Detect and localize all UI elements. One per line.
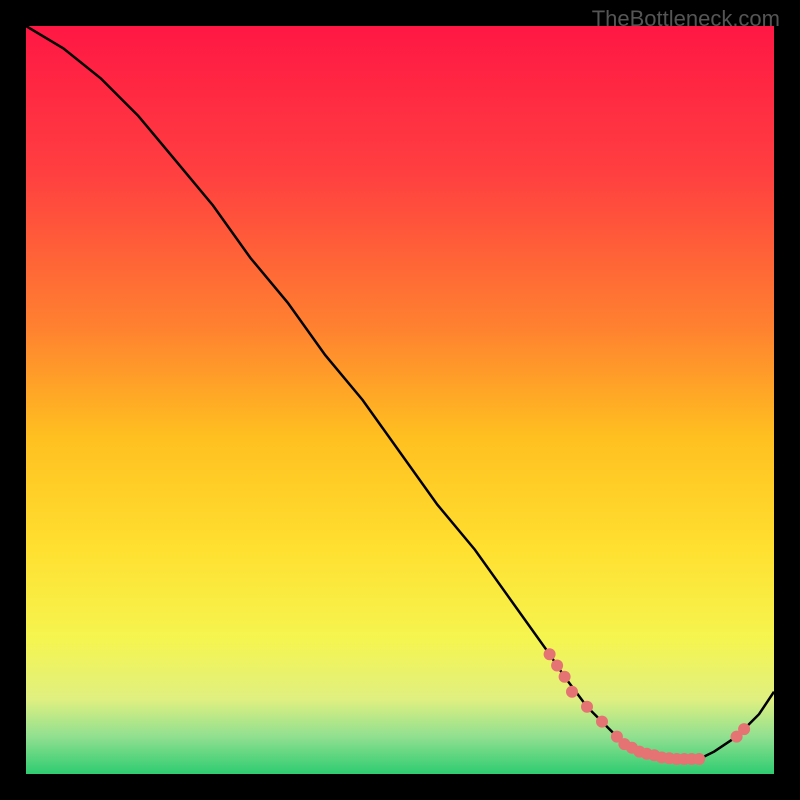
marker-point (596, 716, 608, 728)
marker-point (544, 648, 556, 660)
plot-area (26, 26, 774, 774)
watermark-text: TheBottleneck.com (592, 6, 780, 32)
marker-point (693, 753, 705, 765)
chart-container: TheBottleneck.com (0, 0, 800, 800)
marker-point (566, 686, 578, 698)
marker-point (738, 723, 750, 735)
bottleneck-curve (26, 26, 774, 759)
marker-point (559, 671, 571, 683)
curve-layer (26, 26, 774, 774)
marker-point (581, 701, 593, 713)
marker-point (551, 660, 563, 672)
